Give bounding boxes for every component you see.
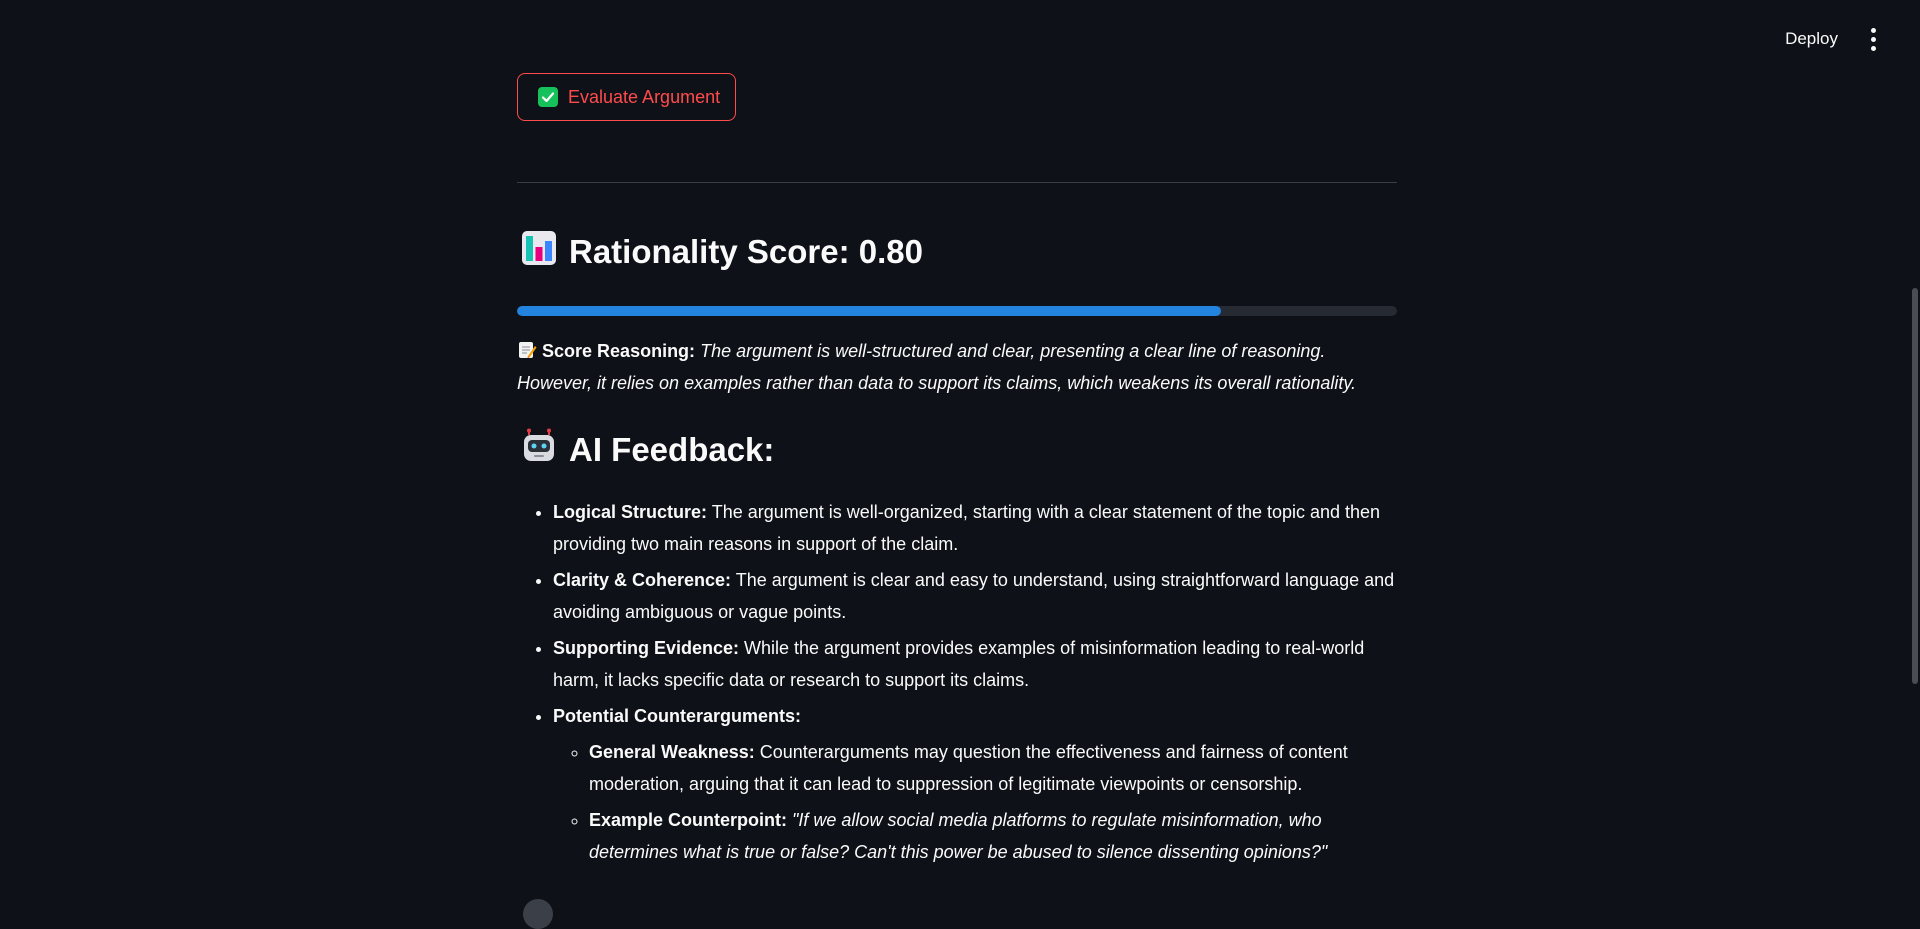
list-item: Logical Structure: The argument is well-… [553,496,1397,560]
list-item: Potential Counterarguments: General Weak… [553,700,1397,868]
counterarguments-list: General Weakness: Counterarguments may q… [553,736,1397,868]
counterargument-label: General Weakness: [589,742,755,762]
check-box-icon [538,87,558,107]
score-reasoning-label: Score Reasoning: [542,341,696,361]
rationality-score-heading: Rationality Score: 0.80 [521,230,923,274]
avatar [523,899,553,929]
memo-icon [517,341,542,361]
counterargument-label: Example Counterpoint: [589,810,788,830]
rationality-progress-bar [517,306,1397,316]
rationality-progress-fill [517,306,1221,316]
list-item: Example Counterpoint: "If we allow socia… [589,804,1397,868]
robot-icon [521,428,557,472]
scrollbar-thumb[interactable] [1912,288,1918,684]
list-item: Supporting Evidence: While the argument … [553,632,1397,696]
evaluate-argument-label: Evaluate Argument [568,86,721,107]
list-item: General Weakness: Counterarguments may q… [589,736,1397,800]
top-toolbar: Deploy [1785,0,1920,78]
deploy-button[interactable]: Deploy [1785,29,1838,49]
rationality-score-text: Rationality Score: 0.80 [569,233,923,270]
main-menu-icon[interactable] [1868,27,1878,51]
feedback-item-label: Potential Counterarguments: [553,706,802,726]
list-item: Clarity & Coherence: The argument is cle… [553,564,1397,628]
scrollbar[interactable] [1908,0,1920,905]
feedback-item-label: Logical Structure: [553,502,708,522]
bar-chart-icon [521,230,557,274]
divider [517,182,1397,183]
score-reasoning: Score Reasoning: The argument is well-st… [517,335,1397,399]
ai-feedback-text: AI Feedback: [569,431,775,468]
feedback-item-label: Clarity & Coherence: [553,570,732,590]
feedback-item-label: Supporting Evidence: [553,638,740,658]
evaluate-argument-button[interactable]: Evaluate Argument [517,73,737,121]
ai-feedback-heading: AI Feedback: [521,428,774,472]
feedback-list: Logical Structure: The argument is well-… [517,496,1397,872]
